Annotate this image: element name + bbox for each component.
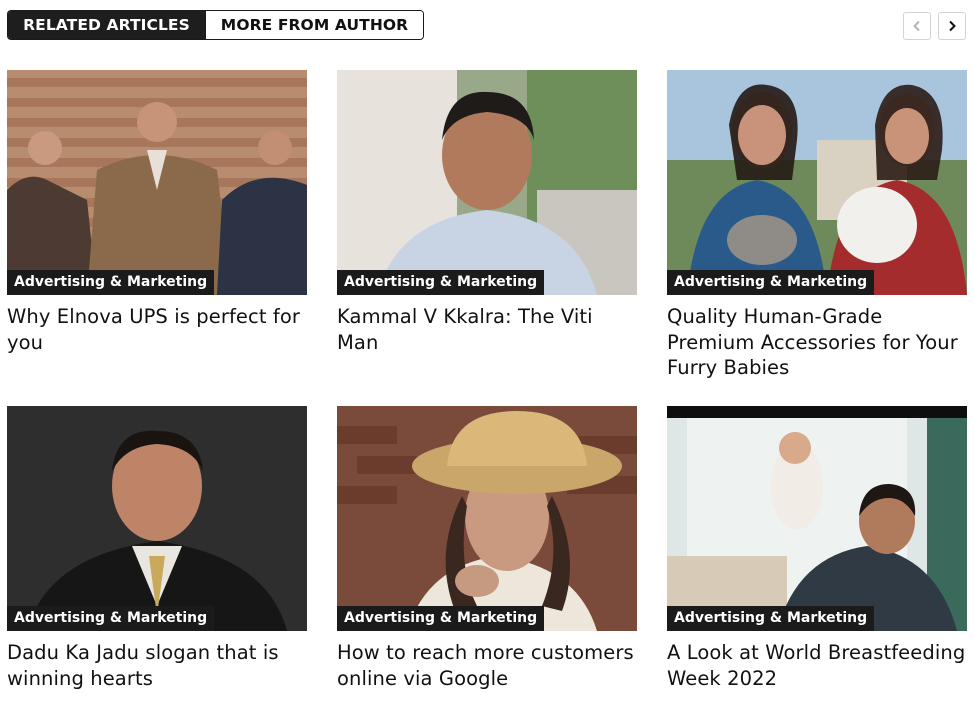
article-card[interactable]: Advertising & Marketing Quality Human-Gr… (667, 70, 967, 381)
man-in-suit-photo (7, 406, 307, 631)
category-badge[interactable]: Advertising & Marketing (337, 270, 545, 295)
article-title[interactable]: Dadu Ka Jadu slogan that is winning hear… (7, 640, 307, 691)
article-card[interactable]: Advertising & Marketing Why Elnova UPS i… (7, 70, 307, 355)
article-thumbnail[interactable]: Advertising & Marketing (667, 70, 967, 295)
article-title[interactable]: A Look at World Breastfeeding Week 2022 (667, 640, 967, 691)
article-title[interactable]: Kammal V Kkalra: The Viti Man (337, 304, 637, 355)
father-lifting-baby-photo (667, 406, 967, 631)
category-badge[interactable]: Advertising & Marketing (337, 606, 545, 631)
article-card[interactable]: Advertising & Marketing A Look at World … (667, 406, 967, 691)
article-title[interactable]: Quality Human-Grade Premium Accessories … (667, 304, 967, 381)
category-badge[interactable]: Advertising & Marketing (667, 270, 875, 295)
chevron-left-icon (913, 20, 920, 32)
article-thumbnail[interactable]: Advertising & Marketing (337, 406, 637, 631)
next-page-button[interactable] (938, 12, 966, 40)
women-with-dogs-photo (667, 70, 967, 295)
article-thumbnail[interactable]: Advertising & Marketing (7, 70, 307, 295)
article-thumbnail[interactable]: Advertising & Marketing (7, 406, 307, 631)
article-thumbnail[interactable]: Advertising & Marketing (337, 70, 637, 295)
three-men-standing-photo (7, 70, 307, 295)
category-badge[interactable]: Advertising & Marketing (7, 270, 215, 295)
article-title[interactable]: Why Elnova UPS is perfect for you (7, 304, 307, 355)
tab-related-articles[interactable]: RELATED ARTICLES (8, 11, 205, 39)
category-badge[interactable]: Advertising & Marketing (667, 606, 875, 631)
man-portrait-photo (337, 70, 637, 295)
article-card[interactable]: Advertising & Marketing Kammal V Kkalra:… (337, 70, 637, 355)
article-thumbnail[interactable]: Advertising & Marketing (667, 406, 967, 631)
article-title[interactable]: How to reach more customers online via G… (337, 640, 637, 691)
tab-more-from-author[interactable]: MORE FROM AUTHOR (205, 11, 423, 39)
article-card[interactable]: Advertising & Marketing How to reach mor… (337, 406, 637, 691)
article-card[interactable]: Advertising & Marketing Dadu Ka Jadu slo… (7, 406, 307, 691)
chevron-right-icon (949, 20, 956, 32)
woman-in-hat-photo (337, 406, 637, 631)
previous-page-button[interactable] (903, 12, 931, 40)
category-badge[interactable]: Advertising & Marketing (7, 606, 215, 631)
article-tabs: RELATED ARTICLES MORE FROM AUTHOR (7, 10, 424, 40)
